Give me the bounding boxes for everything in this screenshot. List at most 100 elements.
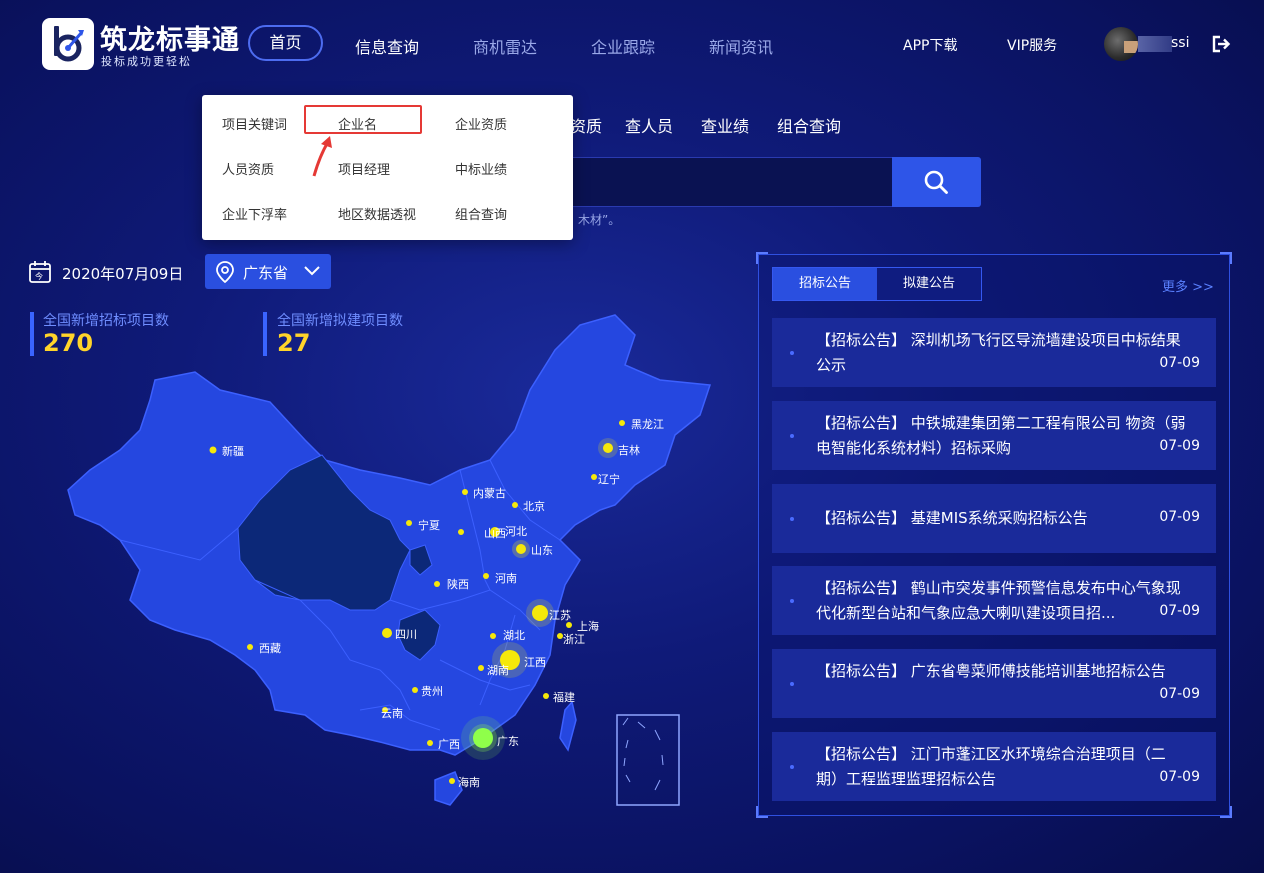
dropdown-item-project-keyword[interactable]: 项目关键词 xyxy=(222,114,287,133)
logout-icon[interactable] xyxy=(1211,35,1231,53)
tab-bid-announcements[interactable]: 招标公告 xyxy=(773,268,877,300)
notice-title: 【招标公告】 基建MIS系统采购招标公告 xyxy=(816,509,1088,527)
user-avatar[interactable] xyxy=(1104,27,1138,61)
china-map[interactable] xyxy=(60,310,720,810)
map-label-jiangsu: 江苏 xyxy=(549,609,571,622)
map-taiwan xyxy=(559,700,577,752)
map-label-jilin: 吉林 xyxy=(618,444,640,457)
map-label-xizang: 西藏 xyxy=(259,642,281,655)
notice-title: 【招标公告】 中铁城建集团第二工程有限公司 物资（弱 xyxy=(816,414,1186,432)
notice-date: 07-09 xyxy=(1159,509,1200,525)
dropdown-item-discount-rate[interactable]: 企业下浮率 xyxy=(222,204,287,223)
bullet-dot xyxy=(790,351,794,355)
notice-date: 07-09 xyxy=(1159,603,1200,619)
south-china-sea-inset xyxy=(616,714,680,806)
panel-corner xyxy=(756,806,768,818)
map-label-beijing: 北京 xyxy=(523,500,545,513)
query-tab-personnel[interactable]: 查人员 xyxy=(625,113,673,137)
nav-home[interactable]: 首页 xyxy=(248,25,323,61)
search-input[interactable] xyxy=(560,157,892,207)
location-pin-icon xyxy=(216,261,234,283)
map-label-hebei: 河北 xyxy=(505,525,527,538)
map-label-guangxi: 广西 xyxy=(438,738,460,751)
panel-corner xyxy=(1220,252,1232,264)
bullet-dot xyxy=(790,682,794,686)
app-download-link[interactable]: APP下载 xyxy=(903,35,957,55)
nav-info-query[interactable]: 信息查询 xyxy=(355,34,419,58)
map-label-fujian: 福建 xyxy=(553,691,575,704)
notice-title: 【招标公告】 鹤山市突发事件预警信息发布中心气象现 xyxy=(816,579,1181,597)
panel-corner xyxy=(1220,806,1232,818)
nav-news[interactable]: 新闻资讯 xyxy=(709,34,773,58)
calendar-icon: 今 xyxy=(29,261,51,283)
map-label-shandong: 山东 xyxy=(531,544,553,557)
notice-item[interactable]: 【招标公告】 江门市蓬江区水环境综合治理项目（二 期）工程监理监理招标公告 07… xyxy=(772,732,1216,801)
map-label-shaanxi: 陕西 xyxy=(447,578,469,591)
map-label-guangdong: 广东 xyxy=(497,735,519,748)
search-icon xyxy=(924,170,948,194)
brand-name: 筑龙标事通 xyxy=(100,25,240,56)
map-label-hunan: 湖南 xyxy=(487,664,509,677)
dropdown-item-combined-query[interactable]: 组合查询 xyxy=(455,204,507,223)
bullet-dot xyxy=(790,517,794,521)
notice-title: 【招标公告】 深圳机场飞行区导流墙建设项目中标结果 xyxy=(816,331,1181,349)
notice-title-cont: 期）工程监理监理招标公告 xyxy=(816,770,997,788)
notice-title-cont: 公示 xyxy=(816,356,847,374)
notice-item[interactable]: 【招标公告】 深圳机场飞行区导流墙建设项目中标结果 公示 07-09 xyxy=(772,318,1216,387)
map-label-shanxi: 山西 xyxy=(484,527,506,540)
notice-item[interactable]: 【招标公告】 鹤山市突发事件预警信息发布中心气象现 代化新型台站和气象应急大喇叭… xyxy=(772,566,1216,635)
current-date: 2020年07月09日 xyxy=(62,265,184,283)
map-label-henan: 河南 xyxy=(495,572,517,585)
notice-date: 07-09 xyxy=(1159,769,1200,785)
dropdown-item-region-pivot[interactable]: 地区数据透视 xyxy=(338,204,416,223)
notice-title-cont: 代化新型台站和气象应急大喇叭建设项目招... xyxy=(816,604,1116,622)
nav-business-radar[interactable]: 商机雷达 xyxy=(473,34,537,58)
notice-date: 07-09 xyxy=(1159,686,1200,702)
map-label-ningxia: 宁夏 xyxy=(418,519,440,532)
user-name-blur xyxy=(1138,36,1172,52)
panel-corner xyxy=(756,252,768,264)
more-link[interactable]: 更多 >> xyxy=(1162,276,1214,295)
province-selector[interactable]: 广东省 xyxy=(205,254,331,289)
notice-item[interactable]: 【招标公告】 广东省粤菜师傅技能培训基地招标公告 07-09 xyxy=(772,649,1216,718)
province-value: 广东省 xyxy=(243,264,289,282)
notice-item[interactable]: 【招标公告】 基建MIS系统采购招标公告 07-09 xyxy=(772,484,1216,553)
bullet-dot xyxy=(790,599,794,603)
logo-icon xyxy=(54,26,84,62)
map-label-yunnan: 云南 xyxy=(381,707,403,720)
notice-title-cont: 电智能化系统材料）招标采购 xyxy=(816,439,1012,457)
dropdown-item-winning-performance[interactable]: 中标业绩 xyxy=(455,159,507,178)
dropdown-item-company-qualification[interactable]: 企业资质 xyxy=(455,114,507,133)
stat-bar xyxy=(30,312,34,356)
brand-slogan: 投标成功更轻松 xyxy=(101,55,192,68)
map-label-zhejiang: 浙江 xyxy=(563,633,585,646)
map-label-guizhou: 贵州 xyxy=(421,685,443,698)
dropdown-item-project-manager[interactable]: 项目经理 xyxy=(338,159,390,178)
query-tab-combined[interactable]: 组合查询 xyxy=(777,113,841,137)
map-label-hubei: 湖北 xyxy=(503,629,525,642)
search-button[interactable] xyxy=(892,157,981,207)
map-label-neimenggu: 内蒙古 xyxy=(473,487,506,500)
svg-text:今: 今 xyxy=(35,271,43,281)
dropdown-item-personnel-qualification[interactable]: 人员资质 xyxy=(222,159,274,178)
nav-company-tracking[interactable]: 企业跟踪 xyxy=(591,34,655,58)
vip-service-link[interactable]: VIP服务 xyxy=(1007,35,1057,55)
map-label-sichuan: 四川 xyxy=(395,628,417,641)
tab-planned-announcements[interactable]: 拟建公告 xyxy=(877,268,981,300)
user-name[interactable]: ssi xyxy=(1171,35,1189,51)
notice-date: 07-09 xyxy=(1159,438,1200,454)
map-label-xinjiang: 新疆 xyxy=(222,445,244,458)
app-logo[interactable] xyxy=(42,18,94,70)
notice-item[interactable]: 【招标公告】 中铁城建集团第二工程有限公司 物资（弱 电智能化系统材料）招标采购… xyxy=(772,401,1216,470)
bullet-dot xyxy=(790,765,794,769)
map-label-hainan: 海南 xyxy=(458,776,480,789)
map-label-heilongjiang: 黑龙江 xyxy=(631,418,664,431)
notice-title: 【招标公告】 江门市蓬江区水环境综合治理项目（二 xyxy=(816,745,1166,763)
highlight-box xyxy=(304,105,422,134)
query-tab-performance[interactable]: 查业绩 xyxy=(701,113,749,137)
bullet-dot xyxy=(790,434,794,438)
red-arrow-annotation xyxy=(312,136,332,177)
search-hint: ，木材”。 xyxy=(566,213,621,227)
query-tab-qualification[interactable]: 资质 xyxy=(570,113,602,137)
inset-dashes xyxy=(622,717,664,791)
